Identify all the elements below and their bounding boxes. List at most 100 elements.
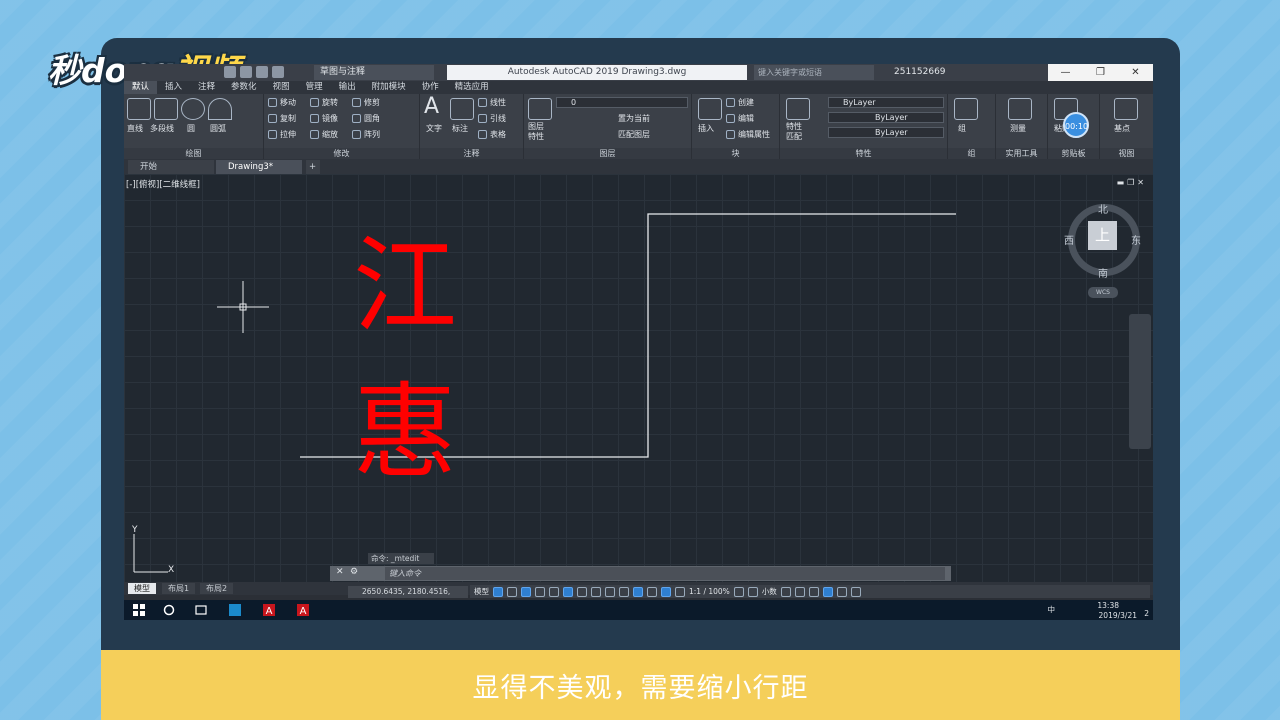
workspace-dropdown[interactable]: 草图与注释 xyxy=(314,65,434,80)
redo-icon[interactable] xyxy=(272,66,284,78)
arc-button[interactable]: 圆弧 xyxy=(210,123,226,134)
close-button[interactable]: ✕ xyxy=(1118,64,1153,81)
group-icon[interactable] xyxy=(954,98,978,120)
drawing-canvas[interactable]: [-][俯视][二维线框] ▬❐✕ Y X 江 惠 北 南 东 西 上 WCS xyxy=(124,174,1153,582)
layer-properties-icon[interactable] xyxy=(528,98,552,120)
workspace-switch-icon[interactable] xyxy=(733,586,744,597)
selection-cycling-icon[interactable] xyxy=(619,586,629,597)
lineweight-icon[interactable] xyxy=(591,586,601,597)
circle-icon[interactable] xyxy=(181,98,205,120)
search-icon[interactable] xyxy=(162,603,176,617)
compass-west[interactable]: 西 xyxy=(1064,232,1074,247)
command-input[interactable]: 键入命令 xyxy=(385,567,945,580)
notification-count[interactable]: 2 xyxy=(1144,609,1149,618)
grid-icon[interactable] xyxy=(493,586,503,597)
search-input[interactable]: 键入关键字或短语 xyxy=(754,65,874,80)
tab-collaborate[interactable]: 协作 xyxy=(414,81,447,94)
block-panel-title[interactable]: 块 xyxy=(692,148,779,159)
measure-button[interactable]: 测量 xyxy=(1010,123,1026,134)
ortho-icon[interactable] xyxy=(521,586,531,597)
edit-block-button[interactable]: 编辑 xyxy=(726,113,754,124)
tab-featured-apps[interactable]: 精选应用 xyxy=(447,81,497,94)
save-icon[interactable] xyxy=(224,66,236,78)
clean-screen-icon[interactable] xyxy=(836,586,847,597)
base-point-button[interactable]: 基点 xyxy=(1114,123,1130,134)
dynamic-ucs-icon[interactable] xyxy=(647,586,657,597)
quick-properties-icon[interactable] xyxy=(780,586,791,597)
table-button[interactable]: 表格 xyxy=(478,129,506,140)
coordinate-readout[interactable]: 2650.6435, 2180.4516, 0.0000 xyxy=(348,586,468,608)
units-dropdown[interactable]: 小数 xyxy=(762,586,777,597)
draw-panel-title[interactable]: 绘图 xyxy=(124,148,263,159)
match-properties-icon[interactable] xyxy=(786,98,810,120)
lineweight-dropdown[interactable]: ByLayer xyxy=(828,127,944,138)
clock-date[interactable]: 2019/3/21 xyxy=(1099,611,1137,620)
customization-menu-icon[interactable] xyxy=(850,586,861,597)
isodraft-icon[interactable] xyxy=(549,586,559,597)
measure-icon[interactable] xyxy=(1008,98,1032,120)
viewcube-top[interactable]: 上 xyxy=(1088,221,1117,250)
edit-attributes-button[interactable]: 编辑属性 xyxy=(726,129,770,140)
polyline-button[interactable]: 多段线 xyxy=(150,123,174,134)
compass-north[interactable]: 北 xyxy=(1098,201,1108,216)
group-panel-title[interactable]: 组 xyxy=(948,148,995,159)
stretch-button[interactable]: 拉伸 xyxy=(268,129,296,140)
leader-button[interactable]: 引线 xyxy=(478,113,506,124)
color-dropdown[interactable]: ByLayer xyxy=(828,97,944,108)
tab-addins[interactable]: 附加模块 xyxy=(364,81,414,94)
array-button[interactable]: 阵列 xyxy=(352,129,380,140)
new-tab-icon[interactable]: + xyxy=(306,160,320,174)
arc-icon[interactable] xyxy=(208,98,232,120)
navigation-bar[interactable] xyxy=(1129,314,1151,449)
windows-start-icon[interactable] xyxy=(132,603,146,617)
task-view-icon[interactable] xyxy=(194,603,208,617)
clipboard-panel-title[interactable]: 剪贴板 xyxy=(1048,148,1099,159)
wcs-menu[interactable]: WCS xyxy=(1088,287,1118,298)
tab-annotate[interactable]: 注释 xyxy=(190,81,223,94)
polyline-icon[interactable] xyxy=(154,98,178,120)
transparency-icon[interactable] xyxy=(605,586,615,597)
dimension-button[interactable]: 标注 xyxy=(452,123,468,134)
close-icon[interactable]: ✕ xyxy=(336,567,344,577)
restore-button[interactable]: ❐ xyxy=(1083,64,1118,81)
insert-button[interactable]: 插入 xyxy=(698,123,714,134)
3d-osnap-icon[interactable] xyxy=(633,586,643,597)
autocad-icon[interactable]: A xyxy=(262,603,276,617)
object-snap-tracking-icon[interactable] xyxy=(563,586,573,597)
scale-button[interactable]: 缩放 xyxy=(310,129,338,140)
annotation-visibility-icon[interactable] xyxy=(661,586,671,597)
tab-drawing3[interactable]: Drawing3* xyxy=(216,160,302,174)
copy-button[interactable]: 复制 xyxy=(268,113,296,124)
insert-icon[interactable] xyxy=(698,98,722,120)
tab-model[interactable]: 模型 xyxy=(128,583,156,594)
print-icon[interactable] xyxy=(240,66,252,78)
view-panel-title[interactable]: 视图 xyxy=(1100,148,1153,159)
mirror-button[interactable]: 镜像 xyxy=(310,113,338,124)
customize-icon[interactable]: ⚙ xyxy=(350,567,358,577)
user-account[interactable]: 251152669 xyxy=(894,66,946,79)
linear-button[interactable]: 线性 xyxy=(478,97,506,108)
line-button[interactable]: 直线 xyxy=(127,123,143,134)
utilities-panel-title[interactable]: 实用工具 xyxy=(996,148,1047,159)
isolate-objects-icon[interactable] xyxy=(808,586,819,597)
match-layer-button[interactable]: 匹配图层 xyxy=(618,129,650,140)
circle-button[interactable]: 圆 xyxy=(187,123,195,134)
trim-button[interactable]: 修剪 xyxy=(352,97,380,108)
modify-panel-title[interactable]: 修改 xyxy=(264,148,419,159)
clock-time[interactable]: 13:38 xyxy=(1097,601,1119,610)
move-button[interactable]: 移动 xyxy=(268,97,296,108)
snap-icon[interactable] xyxy=(507,586,517,597)
compass-south[interactable]: 南 xyxy=(1098,265,1108,280)
polar-icon[interactable] xyxy=(535,586,545,597)
hardware-acceleration-icon[interactable] xyxy=(822,586,833,597)
layer-dropdown[interactable]: 0 xyxy=(556,97,688,108)
tab-view[interactable]: 视图 xyxy=(265,81,298,94)
undo-icon[interactable] xyxy=(256,66,268,78)
fillet-button[interactable]: 圆角 xyxy=(352,113,380,124)
annotation-monitor-icon[interactable] xyxy=(747,586,758,597)
base-point-icon[interactable] xyxy=(1114,98,1138,120)
layers-panel-title[interactable]: 图层 xyxy=(524,148,691,159)
compass-east[interactable]: 东 xyxy=(1131,232,1141,247)
tab-default[interactable]: 默认 xyxy=(124,81,158,94)
object-snap-icon[interactable] xyxy=(577,586,587,597)
